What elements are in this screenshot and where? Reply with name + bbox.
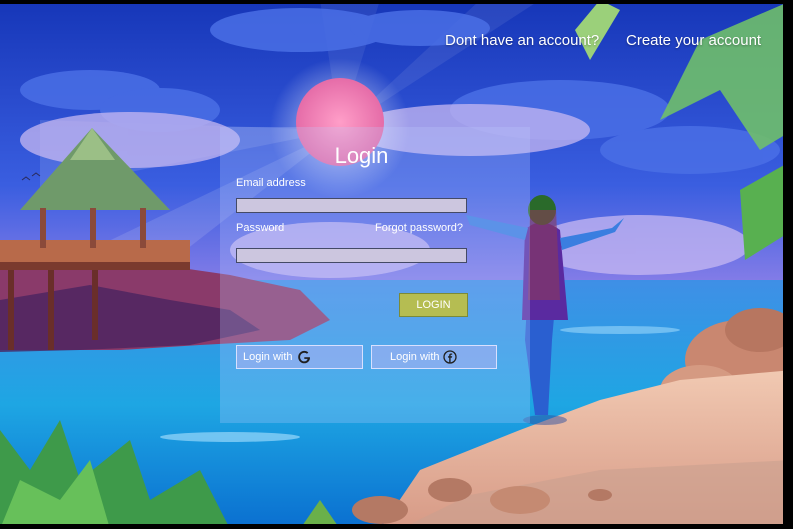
forgot-password-link[interactable]: Forgot password? — [375, 222, 463, 234]
facebook-icon — [442, 350, 457, 364]
top-navigation: Dont have an account? Create your accoun… — [0, 32, 793, 52]
facebook-button-label: Login with — [390, 351, 440, 363]
password-field[interactable] — [236, 248, 467, 263]
email-label: Email address — [236, 177, 306, 189]
google-button-label: Login with — [243, 351, 293, 363]
login-title: Login — [334, 143, 389, 168]
login-with-google-button[interactable]: Login with — [236, 345, 363, 369]
create-account-link[interactable]: Create your account — [626, 32, 761, 49]
password-label: Password — [236, 222, 285, 234]
login-card: Login Email address Password Forgot pass… — [220, 127, 530, 423]
login-with-facebook-button[interactable]: Login with — [371, 345, 497, 369]
login-page: Dont have an account? Create your accoun… — [0, 0, 793, 529]
login-button[interactable]: LOGIN — [399, 293, 468, 317]
email-field[interactable] — [236, 198, 467, 213]
no-account-prompt: Dont have an account? — [445, 32, 600, 49]
google-icon — [297, 350, 310, 364]
